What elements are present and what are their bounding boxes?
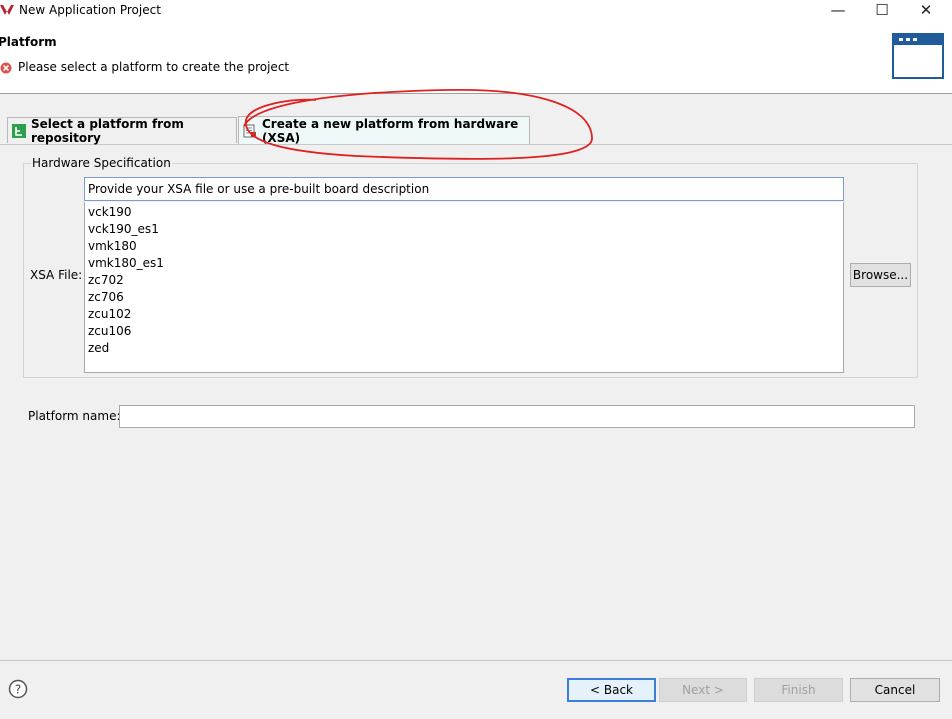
board-list-item[interactable]: zcu102 [88,306,840,323]
page-title: Platform [0,35,57,49]
board-list-item[interactable]: zed [88,340,840,357]
board-list-item[interactable]: vmk180_es1 [88,255,840,272]
window-title: New Application Project [19,3,161,17]
back-button[interactable]: < Back [567,678,656,702]
cancel-button[interactable]: Cancel [850,678,940,702]
hardware-spec-title: Hardware Specification [31,156,172,170]
platform-name-input[interactable] [119,405,915,428]
board-list[interactable]: vck190 vck190_es1 vmk180 vmk180_es1 zc70… [84,202,844,373]
help-icon[interactable]: ? [8,679,28,699]
footer-separator [0,660,952,661]
hardware-xsa-icon [243,124,256,137]
close-button[interactable]: ✕ [906,0,946,20]
next-button[interactable]: Next > [659,678,747,702]
board-list-item[interactable]: vck190 [88,204,840,221]
finish-button[interactable]: Finish [754,678,843,702]
wizard-window-icon [892,33,944,79]
board-list-item[interactable]: zc706 [88,289,840,306]
app-logo-icon [0,5,14,15]
svg-text:?: ? [15,683,21,697]
board-list-item[interactable]: zcu106 [88,323,840,340]
platform-repo-icon [12,123,26,138]
minimize-button[interactable]: — [818,0,858,20]
wizard-header: Platform Please select a platform to cre… [0,22,952,94]
tab-select-platform-repository[interactable]: Select a platform from repository [7,116,237,145]
error-message: Please select a platform to create the p… [18,60,290,74]
xsa-file-input[interactable] [84,177,844,201]
xsa-file-label: XSA File: [30,268,83,282]
tab-label: Select a platform from repository [31,116,184,145]
platform-name-label: Platform name: [28,409,121,423]
error-icon [0,62,12,74]
board-list-item[interactable]: vmk180 [88,238,840,255]
tab-create-platform-hardware[interactable]: Create a new platform from hardware (XSA… [238,116,530,145]
tab-label: Create a new platform from hardware (XSA… [262,116,519,145]
browse-button[interactable]: Browse... [850,263,911,287]
maximize-button[interactable]: ☐ [862,0,902,20]
board-list-item[interactable]: vck190_es1 [88,221,840,238]
board-list-item[interactable]: zc702 [88,272,840,289]
